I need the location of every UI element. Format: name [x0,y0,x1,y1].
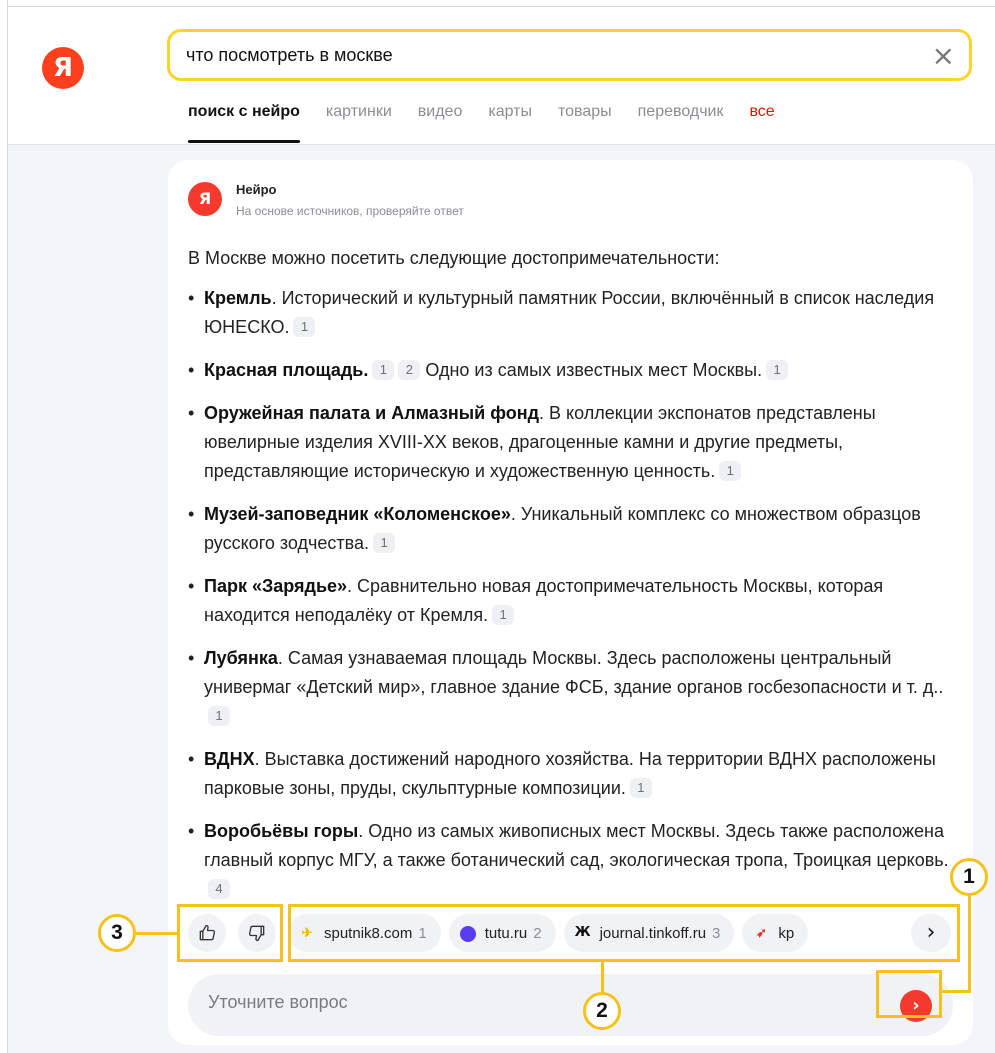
marker-one: 1 [950,858,988,896]
item-title: Музей-заповедник «Коломенское» [204,504,511,524]
search-query[interactable]: что посмотреть в москве [186,45,393,66]
tab-neuro[interactable]: поиск с нейро [188,103,300,143]
list-item: Оружейная палата и Алмазный фонд. В колл… [188,399,963,486]
item-text: . Выставка достижений народного хозяйств… [204,749,936,798]
item-title: ВДНХ [204,749,255,769]
citation-badge[interactable]: 4 [208,879,230,899]
answer-author: Нейро [236,182,277,197]
list-item: Лубянка. Самая узнаваемая площадь Москвы… [188,644,963,731]
citation-badge[interactable]: 1 [373,533,396,553]
list-item: Парк «Зарядье». Сравнительно новая досто… [188,572,963,630]
marker-three-connector [136,932,178,935]
answer-intro: В Москве можно посетить следующие достоп… [188,248,720,268]
item-text: Одно из самых известных мест Москвы. [420,360,763,380]
search-input[interactable]: что посмотреть в москве × [167,29,972,81]
item-title: Лубянка [204,648,278,668]
tab-all[interactable]: все [749,103,774,143]
highlight-send-button [876,970,942,1018]
marker-three: 3 [98,914,136,952]
list-item: Кремль. Исторический и культурный памятн… [188,284,963,342]
marker-two-connector [601,962,604,994]
tab-translator[interactable]: переводчик [638,103,724,143]
marker-two: 2 [583,992,621,1030]
search-header: Я что посмотреть в москве × поиск с нейр… [8,7,995,145]
item-title: Красная площадь. [204,360,369,380]
citation-badge[interactable]: 1 [766,360,789,380]
marker-one-connector [968,895,971,992]
citation-badge[interactable]: 1 [208,706,230,726]
sights-list: Кремль. Исторический и культурный памятн… [188,284,963,918]
search-tabs: поиск с нейро картинки видео карты товар… [188,103,775,143]
citation-badge[interactable]: 1 [719,461,742,481]
answer-disclaimer: На основе источников, проверяйте ответ [236,204,464,218]
window-left-edge [0,0,8,1053]
yandex-logo[interactable]: Я [42,47,84,89]
window-top-edge [0,0,995,7]
citation-badge[interactable]: 2 [398,360,421,380]
list-item: Красная площадь.12 Одно из самых известн… [188,356,963,385]
item-title: Оружейная палата и Алмазный фонд [204,403,540,423]
close-icon[interactable]: × [932,38,955,74]
marker-one-connector [941,990,971,993]
tab-video[interactable]: видео [418,103,463,143]
item-title: Парк «Зарядье» [204,576,348,596]
citation-badge[interactable]: 1 [629,778,652,798]
tab-goods[interactable]: товары [558,103,612,143]
highlight-feedback-buttons [177,904,283,962]
neuro-avatar-icon: Я [188,182,222,216]
item-title: Кремль [204,288,272,308]
highlight-sources [288,904,960,962]
follow-up-placeholder[interactable]: Уточните вопрос [208,992,348,1013]
follow-up-input[interactable]: Уточните вопрос › [188,974,953,1036]
citation-badge[interactable]: 1 [492,605,515,625]
list-item: ВДНХ. Выставка достижений народного хозя… [188,745,963,803]
tab-images[interactable]: картинки [326,103,392,143]
item-text: . Самая узнаваемая площадь Москвы. Здесь… [204,648,944,697]
tab-maps[interactable]: карты [488,103,532,143]
list-item: Музей-заповедник «Коломенское». Уникальн… [188,500,963,558]
citation-badge[interactable]: 1 [372,360,395,380]
list-item: Воробьёвы горы. Одно из самых живописных… [188,817,963,904]
citation-badge[interactable]: 1 [293,317,316,337]
item-title: Воробьёвы горы [204,821,359,841]
